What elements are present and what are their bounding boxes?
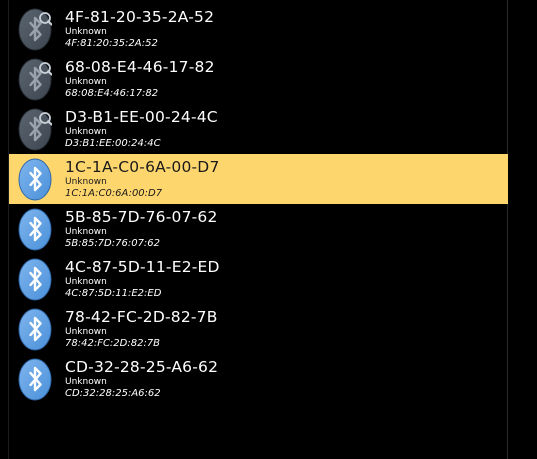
device-name: 4C-87-5D-11-E2-ED [65,258,220,276]
device-row[interactable]: 78-42-FC-2D-82-7B Unknown 78:42:FC:2D:82… [9,304,508,354]
device-list-panel: 4F-81-20-35-2A-52 Unknown 4F:81:20:35:2A… [8,0,508,459]
device-name: CD-32-28-25-A6-62 [65,358,219,376]
device-address: 78:42:FC:2D:82:7B [65,338,161,349]
device-type: Unknown [65,227,107,237]
device-type: Unknown [65,77,107,87]
bluetooth-icon [18,308,52,351]
device-row-selected[interactable]: 1C-1A-C0-6A-00-D7 Unknown 1C:1A:C0:6A:00… [9,154,508,204]
bluetooth-icon [18,258,52,301]
device-row[interactable]: 68-08-E4-46-17-82 Unknown 68:08:E4:46:17… [9,54,508,104]
device-list: 4F-81-20-35-2A-52 Unknown 4F:81:20:35:2A… [9,4,508,404]
device-name: 78-42-FC-2D-82-7B [65,308,218,326]
device-address: 68:08:E4:46:17:82 [65,88,159,99]
device-name: 68-08-E4-46-17-82 [65,58,215,76]
device-type: Unknown [65,277,107,287]
bluetooth-icon [18,208,52,251]
device-row[interactable]: 5B-85-7D-76-07-62 Unknown 5B:85:7D:76:07… [9,204,508,254]
device-address: 5B:85:7D:76:07:62 [65,238,161,249]
device-name: D3-B1-EE-00-24-4C [65,108,218,126]
device-row[interactable]: 4F-81-20-35-2A-52 Unknown 4F:81:20:35:2A… [9,4,508,54]
device-row[interactable]: D3-B1-EE-00-24-4C Unknown D3:B1:EE:00:24… [9,104,508,154]
bluetooth-icon [18,358,52,401]
device-name: 4F-81-20-35-2A-52 [65,8,215,26]
device-row[interactable]: 4C-87-5D-11-E2-ED Unknown 4C:87:5D:11:E2… [9,254,508,304]
device-type: Unknown [65,377,107,387]
device-row[interactable]: CD-32-28-25-A6-62 Unknown CD:32:28:25:A6… [9,354,508,404]
bluetooth-searching-icon [18,58,52,101]
device-name: 1C-1A-C0-6A-00-D7 [65,158,220,176]
device-address: D3:B1:EE:00:24:4C [65,138,161,149]
device-type: Unknown [65,127,107,137]
device-type: Unknown [65,327,107,337]
device-address: 1C:1A:C0:6A:00:D7 [65,188,163,199]
bluetooth-searching-icon [18,8,52,51]
bluetooth-searching-icon [18,108,52,151]
bluetooth-icon [18,158,52,201]
device-address: CD:32:28:25:A6:62 [65,388,161,399]
device-address: 4C:87:5D:11:E2:ED [65,288,162,299]
device-type: Unknown [65,177,107,187]
device-address: 4F:81:20:35:2A:52 [65,38,158,49]
device-name: 5B-85-7D-76-07-62 [65,208,218,226]
device-type: Unknown [65,27,107,37]
